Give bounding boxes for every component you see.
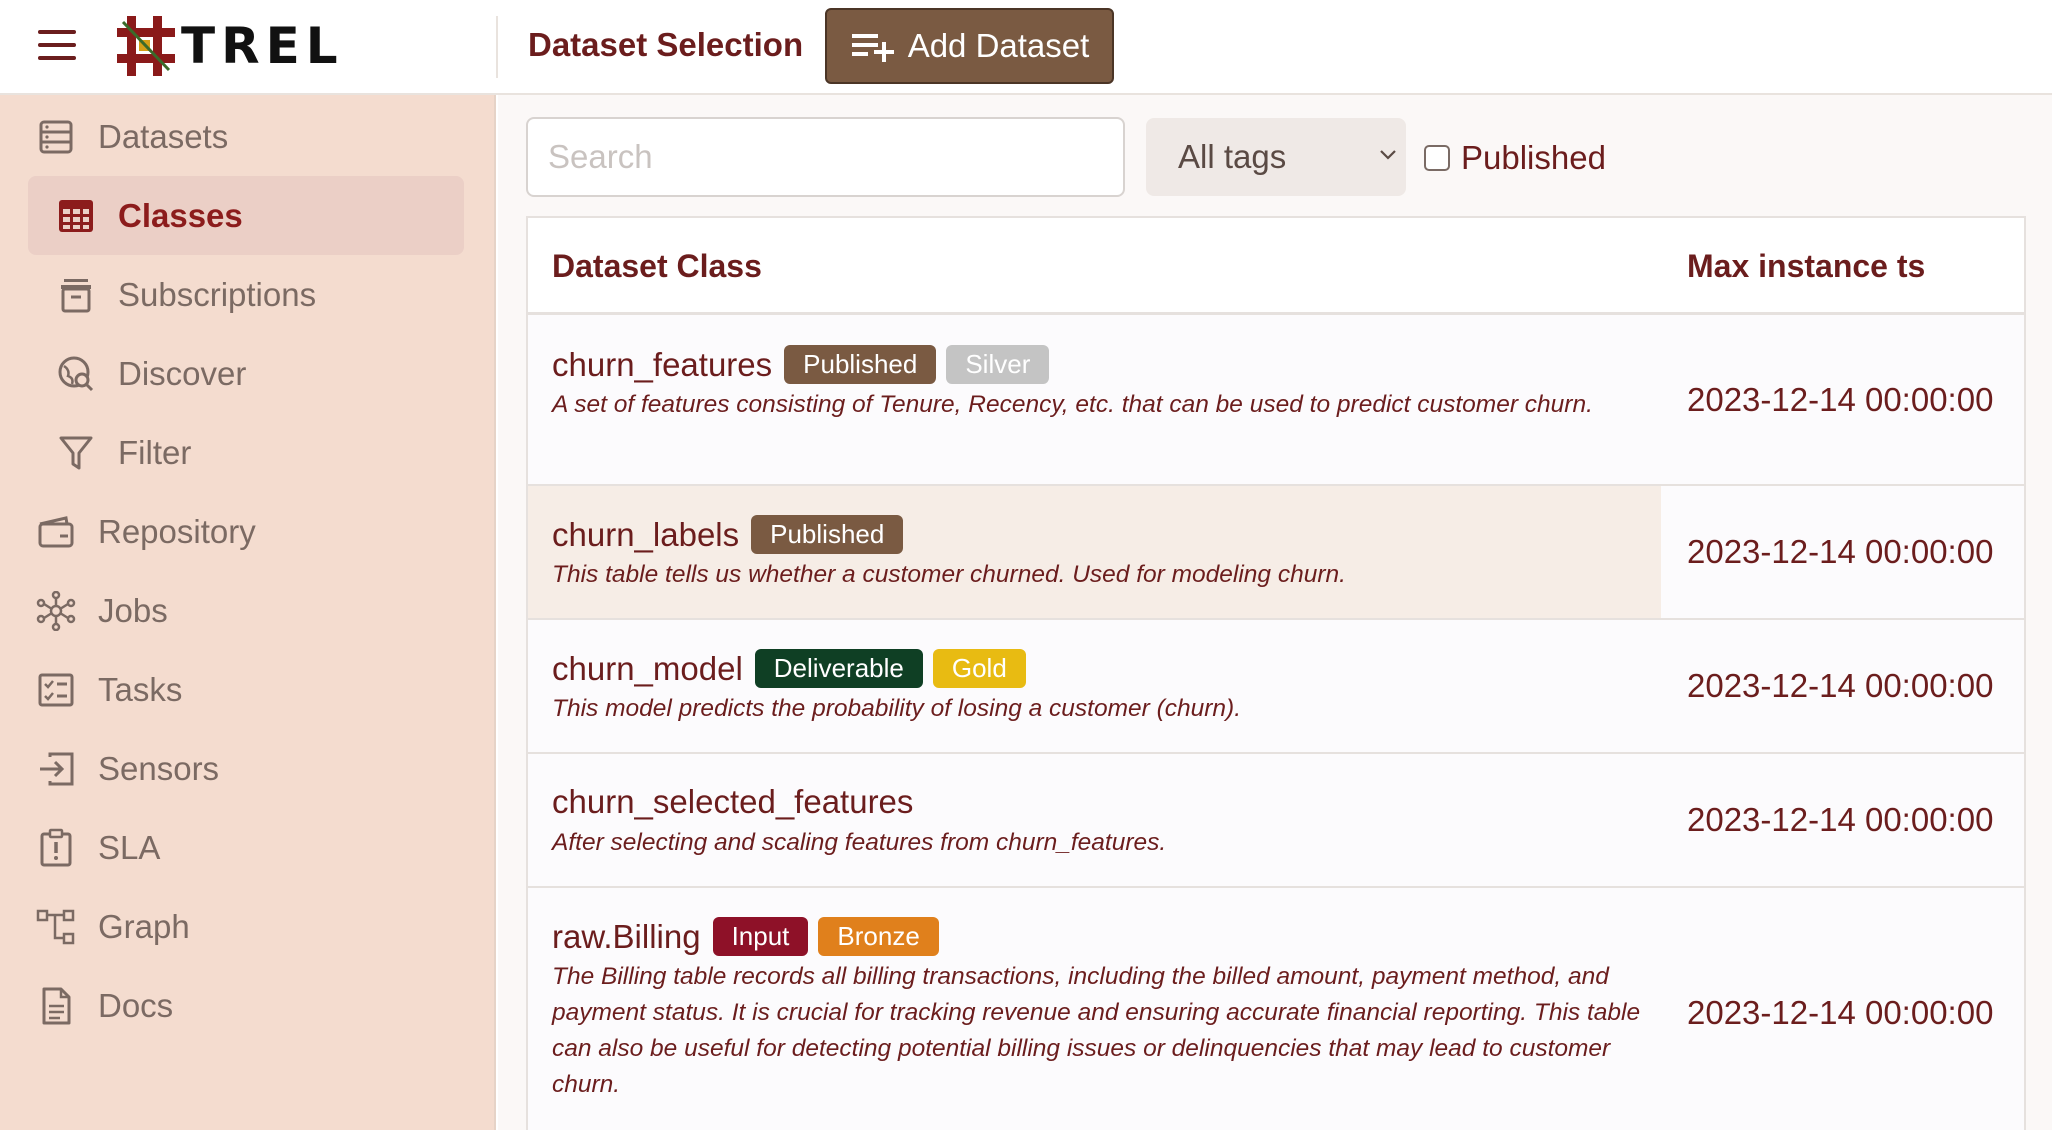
hierarchy-icon (34, 905, 78, 949)
inbox-icon (54, 273, 98, 317)
sidebar-item-label: Classes (118, 196, 243, 234)
sidebar-item-graph[interactable]: Graph (34, 887, 464, 966)
filter-icon (54, 431, 98, 475)
sidebar-item-label: Sensors (98, 749, 220, 787)
header-divider (496, 16, 498, 78)
sidebar-item-label: Docs (98, 986, 174, 1024)
sidebar-item-classes[interactable]: Classes (28, 176, 464, 255)
dataset-name[interactable]: raw.Billing (552, 918, 701, 956)
trel-logo-icon (117, 16, 175, 76)
badge-input: Input (712, 917, 809, 956)
wallet-icon (34, 510, 78, 554)
checkbox-box[interactable] (1424, 145, 1450, 171)
sidebar-item-label: Tasks (98, 670, 183, 708)
sidebar-item-label: Graph (98, 907, 190, 945)
sidebar-item-tasks[interactable]: Tasks (34, 650, 464, 729)
document-icon (34, 984, 78, 1028)
badge-published: Published (751, 515, 904, 554)
enter-icon (34, 747, 78, 791)
sidebar-item-label: Subscriptions (118, 275, 317, 313)
max-instance-ts: 2023-12-14 00:00:00 (1687, 533, 1994, 570)
badge-bronze: Bronze (818, 917, 939, 956)
table-row[interactable]: churn_model Deliverable Gold This model … (528, 620, 2024, 754)
sidebar-item-sla[interactable]: SLA (34, 808, 464, 887)
network-icon (34, 589, 78, 633)
tags-select[interactable]: All tags (1146, 118, 1406, 196)
row-title: churn_selected_features (552, 783, 915, 821)
published-checkbox[interactable]: Published (1424, 139, 1606, 177)
sidebar-item-label: SLA (98, 828, 161, 866)
app-logo[interactable]: TREL (115, 14, 344, 78)
sidebar-item-jobs[interactable]: Jobs (34, 571, 464, 650)
add-dataset-button[interactable]: Add Dataset (825, 8, 1114, 84)
sidebar-item-discover[interactable]: Discover (54, 334, 464, 413)
max-instance-ts: 2023-12-14 00:00:00 (1687, 801, 1994, 838)
max-instance-ts: 2023-12-14 00:00:00 (1687, 994, 1994, 1031)
row-title: raw.Billing Input Bronze (552, 917, 939, 956)
row-title: churn_labels Published (552, 515, 904, 554)
max-instance-ts: 2023-12-14 00:00:00 (1687, 381, 1994, 418)
sidebar-item-label: Filter (118, 433, 192, 471)
row-title: churn_features Published Silver (552, 345, 1050, 384)
sidebar-item-sensors[interactable]: Sensors (34, 729, 464, 808)
sidebar-item-repository[interactable]: Repository (34, 492, 464, 571)
table-row[interactable]: raw.Billing Input Bronze The Billing tab… (528, 888, 2024, 1130)
dataset-name[interactable]: churn_labels (552, 516, 739, 554)
datasets-icon (34, 115, 78, 159)
table-row[interactable]: churn_features Published Silver A set of… (528, 315, 2024, 486)
tags-select-value: All tags (1178, 138, 1287, 175)
playlist-add-icon (851, 34, 894, 62)
search-input[interactable] (526, 117, 1125, 197)
column-header-dataset-class[interactable]: Dataset Class (552, 248, 762, 285)
top-bar: TREL Dataset Selection Add Dataset (0, 0, 2052, 95)
sidebar-item-label: Discover (118, 354, 247, 392)
add-dataset-label: Add Dataset (907, 27, 1090, 64)
chevron-down-icon (1380, 150, 1396, 160)
dataset-name[interactable]: churn_selected_features (552, 783, 913, 821)
dataset-description: This model predicts the probability of l… (552, 695, 1242, 722)
dataset-class-table: Dataset Class Max instance ts churn_feat… (526, 216, 2026, 1130)
table-row[interactable]: churn_selected_features After selecting … (528, 754, 2024, 888)
dataset-name[interactable]: churn_model (552, 650, 743, 688)
published-label: Published (1461, 139, 1606, 176)
hamburger-menu-icon[interactable] (38, 30, 78, 64)
row-title: churn_model Deliverable Gold (552, 649, 1026, 688)
badge-published: Published (784, 345, 937, 384)
alert-clipboard-icon (34, 826, 78, 870)
sidebar-item-label: Repository (98, 512, 256, 550)
checklist-icon (34, 668, 78, 712)
sidebar-item-datasets[interactable]: Datasets (34, 97, 464, 176)
dataset-description: A set of features consisting of Tenure, … (552, 391, 1593, 418)
page-title: Dataset Selection (528, 26, 804, 63)
sidebar-item-docs[interactable]: Docs (34, 966, 464, 1045)
badge-silver: Silver (946, 345, 1050, 384)
dataset-description: The Billing table records all billing tr… (552, 963, 1641, 1098)
badge-deliverable: Deliverable (754, 649, 923, 688)
globe-search-icon (54, 352, 98, 396)
sidebar-item-label: Jobs (98, 591, 168, 629)
max-instance-ts: 2023-12-14 00:00:00 (1687, 667, 1994, 704)
main-content: All tags Published Dataset Class Max ins… (498, 95, 2052, 1130)
badge-gold: Gold (932, 649, 1026, 688)
logo-text: TREL (181, 17, 344, 75)
sidebar-item-subscriptions[interactable]: Subscriptions (54, 255, 464, 334)
sidebar-item-filter[interactable]: Filter (54, 413, 464, 492)
dataset-description: After selecting and scaling features fro… (552, 829, 1167, 856)
sidebar: Datasets Classes Subscriptions Discover … (0, 95, 496, 1130)
dataset-description: This table tells us whether a customer c… (552, 561, 1346, 588)
table-header: Dataset Class Max instance ts (528, 218, 2024, 315)
table-row[interactable]: churn_labels Published This table tells … (528, 486, 2024, 620)
dataset-name[interactable]: churn_features (552, 346, 772, 384)
column-header-max-instance-ts[interactable]: Max instance ts (1687, 248, 1925, 285)
sidebar-item-label: Datasets (98, 117, 229, 155)
table-grid-icon (54, 194, 98, 238)
